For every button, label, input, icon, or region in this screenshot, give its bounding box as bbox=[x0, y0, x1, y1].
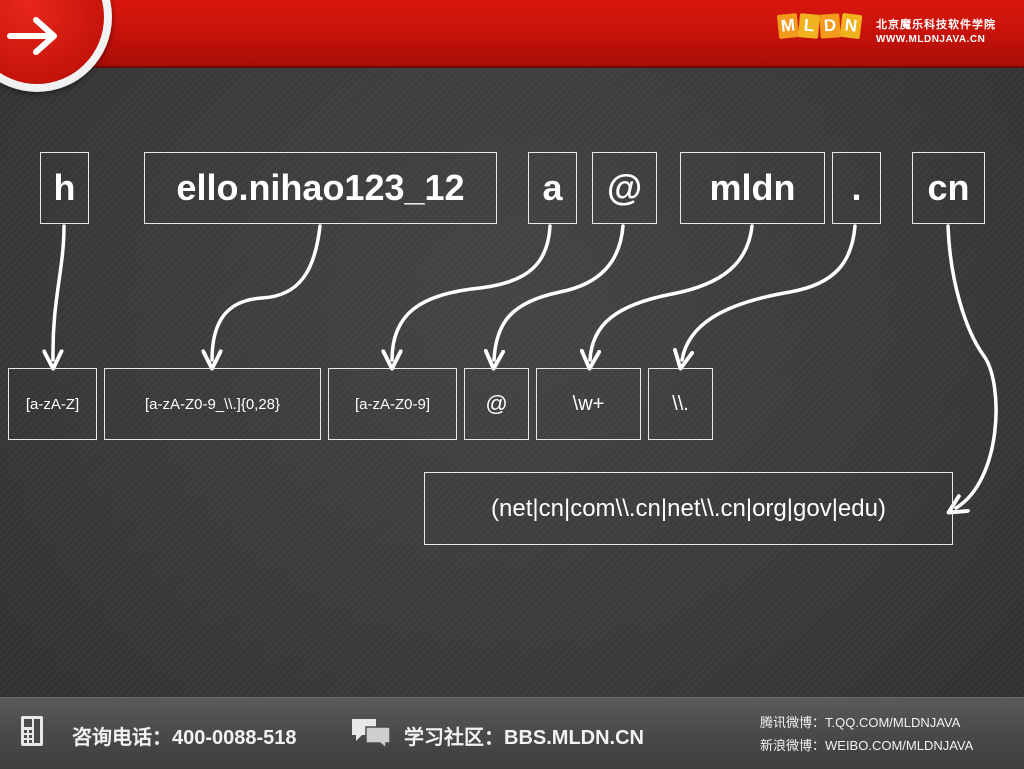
pattern-local-class: [a-zA-Z0-9_\\.]{0,28} bbox=[104, 368, 321, 440]
pattern-alnum-class: [a-zA-Z0-9] bbox=[328, 368, 457, 440]
email-part-domain: mldn bbox=[680, 152, 825, 224]
phone-icon bbox=[21, 716, 43, 746]
email-part-h: h bbox=[40, 152, 89, 224]
arrow-h-to-letter-class bbox=[53, 224, 66, 360]
sina-weibo-link[interactable]: 新浪微博：WEIBO.COM/MLDNJAVA bbox=[760, 735, 973, 754]
arrow-a-to-alnum-class bbox=[392, 224, 552, 360]
email-part-dot: . bbox=[832, 152, 881, 224]
arrow-dot-to-escaped-dot bbox=[682, 224, 857, 360]
arrow-at-to-at bbox=[494, 224, 625, 360]
pattern-at: @ bbox=[464, 368, 529, 440]
arrow-mldn-to-word bbox=[590, 224, 754, 360]
pattern-suffix: (net|cn|com\\.cn|net\\.cn|org|gov|edu) bbox=[424, 472, 953, 545]
email-part-a: a bbox=[528, 152, 577, 224]
pattern-escaped-dot: \\. bbox=[648, 368, 713, 440]
arrow-cn-to-suffix bbox=[946, 224, 998, 508]
bbs-label[interactable]: 学习社区：BBS.MLDN.CN bbox=[404, 721, 644, 750]
email-part-at: @ bbox=[592, 152, 657, 224]
tencent-weibo-link[interactable]: 腾讯微博：T.QQ.COM/MLDNJAVA bbox=[760, 712, 960, 731]
email-part-cn: cn bbox=[912, 152, 985, 224]
email-part-local: ello.nihao123_12 bbox=[144, 152, 497, 224]
pattern-word: \w+ bbox=[536, 368, 641, 440]
pattern-letter-class: [a-zA-Z] bbox=[8, 368, 97, 440]
arrow-ello-to-word-class bbox=[212, 224, 322, 360]
footer-bar: 咨询电话：400-0088-518 学习社区：BBS.MLDN.CN 腾讯微博：… bbox=[0, 697, 1024, 769]
chat-icon bbox=[352, 719, 391, 749]
phone-label: 咨询电话：400-0088-518 bbox=[72, 727, 297, 749]
